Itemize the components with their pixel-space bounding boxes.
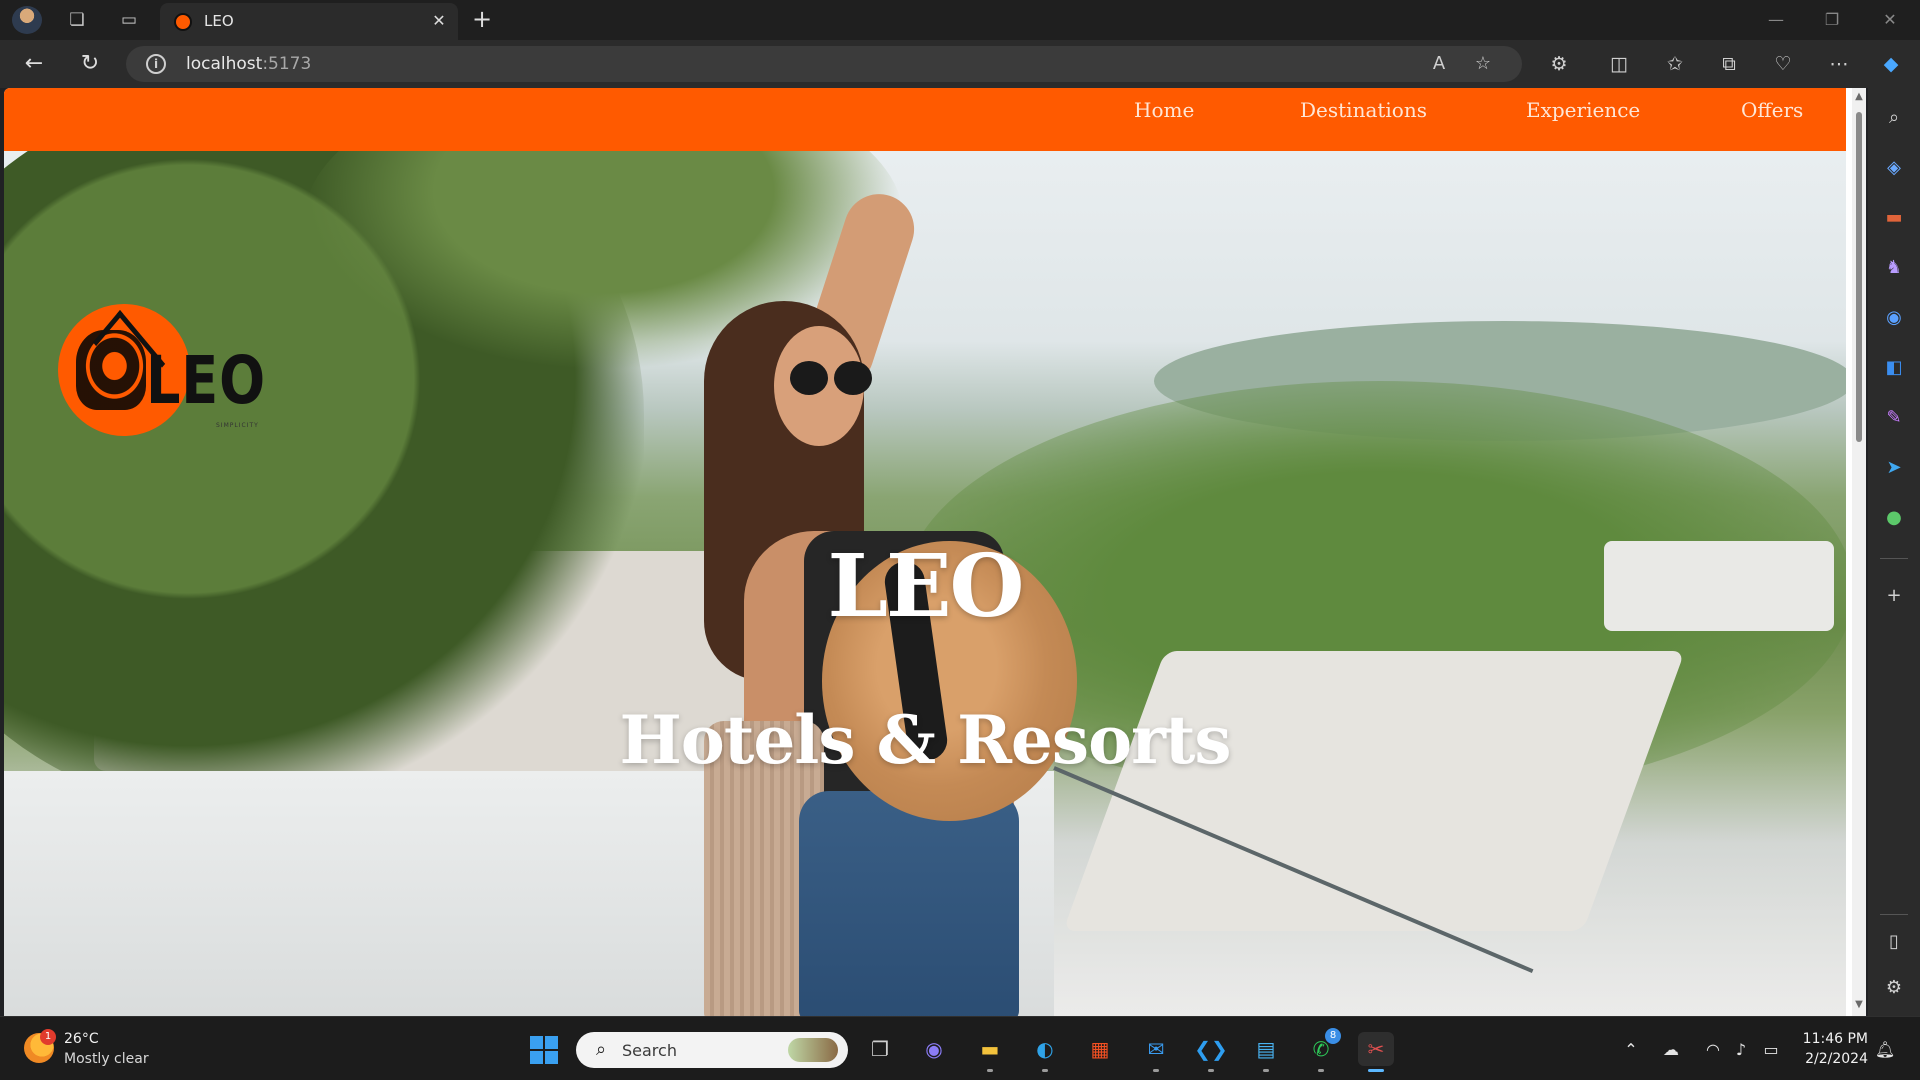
tab-bar: ❏ ▭ LEO ✕ + — ❐ ✕ <box>0 0 1920 40</box>
sidebar-divider <box>1880 914 1908 915</box>
read-aloud-icon[interactable]: A <box>1426 52 1452 76</box>
add-icon[interactable]: + <box>1879 582 1909 610</box>
games-icon[interactable]: ♞ <box>1879 254 1909 282</box>
designer-icon[interactable]: ✎ <box>1879 404 1909 432</box>
search-placeholder: Search <box>622 1041 677 1060</box>
hero-roof-right <box>1063 651 1685 931</box>
settings-icon[interactable]: ⚙ <box>1879 974 1909 1002</box>
logo-tagline: SIMPLICITY <box>216 422 259 429</box>
volume-icon[interactable]: ♪ <box>1730 1039 1752 1061</box>
collections-icon[interactable]: ⧉ <box>1714 50 1744 78</box>
url-port: :5173 <box>262 54 312 74</box>
url-text[interactable]: localhost:5173 <box>186 54 311 74</box>
file-explorer-icon[interactable]: ▬ <box>972 1032 1008 1072</box>
onedrive-icon[interactable]: ☁ <box>1660 1039 1682 1061</box>
nav-destinations-link[interactable]: Destinations <box>1300 98 1427 122</box>
wifi-icon[interactable]: ◠ <box>1702 1039 1724 1061</box>
notepad-icon[interactable]: ▤ <box>1248 1032 1284 1072</box>
site-logo[interactable]: LEO SIMPLICITY <box>58 304 318 439</box>
nav-offers-link[interactable]: Offers <box>1741 98 1803 122</box>
start-icon[interactable] <box>530 1036 558 1064</box>
mail-icon[interactable]: ✉ <box>1138 1032 1174 1072</box>
restore-button[interactable]: ❐ <box>1804 4 1860 36</box>
chevron-up-icon[interactable]: ⌃ <box>1620 1039 1642 1061</box>
weather-badge: 1 <box>40 1029 56 1045</box>
more-icon[interactable]: ⋯ <box>1824 50 1854 78</box>
scroll-thumb[interactable] <box>1856 112 1862 442</box>
url-host: localhost <box>186 54 263 74</box>
workspaces-icon[interactable]: ❏ <box>64 8 90 32</box>
logo-text: LEO <box>146 342 266 419</box>
hero-sunglasses <box>790 361 872 395</box>
tab-close-icon[interactable]: ✕ <box>428 10 450 32</box>
nav-home-link[interactable]: Home <box>1134 98 1194 122</box>
search-icon[interactable]: ⌕ <box>1879 104 1909 132</box>
whatsapp-badge: 8 <box>1325 1028 1341 1044</box>
notification-bell-icon[interactable]: 🔔︎ <box>1874 1039 1896 1061</box>
tab-title: LEO <box>204 12 234 30</box>
tab-actions-icon[interactable]: ▭ <box>116 8 142 32</box>
sidebar-divider <box>1880 558 1908 559</box>
hero-title: LEO <box>827 536 1025 637</box>
scroll-up-icon[interactable]: ▲ <box>1854 92 1864 102</box>
profile-avatar-icon[interactable] <box>12 6 42 34</box>
star-icon[interactable]: ☆ <box>1470 52 1496 76</box>
weather-desc[interactable]: Mostly clear <box>64 1051 149 1067</box>
site-navbar: Home Destinations Experience Offers <box>4 88 1846 151</box>
edge-sidebar: ⌕ ◈ ▬ ♞ ◉ ◧ ✎ ➤ ● + ▯ ⚙ <box>1868 88 1920 1016</box>
close-window-button[interactable]: ✕ <box>1862 4 1918 36</box>
taskbar-search[interactable]: ⌕ Search <box>576 1032 848 1068</box>
hero-denim-skirt <box>799 791 1019 1016</box>
nav-experience-link[interactable]: Experience <box>1526 98 1640 122</box>
page-viewport: Home Destinations Experience Offers LEO <box>4 88 1866 1016</box>
address-bar: ← ↻ i localhost:5173 A ☆ ⚙ ◫ ✩ ⧉ ♡ ⋯ ◆ <box>0 40 1920 88</box>
tools-icon[interactable]: ▬ <box>1879 204 1909 232</box>
edge-icon[interactable]: ◐ <box>1027 1032 1063 1072</box>
back-arrow-icon[interactable]: ← <box>18 49 50 79</box>
teams-chat-icon[interactable]: ◉ <box>916 1032 952 1066</box>
store-icon[interactable]: ▦ <box>1082 1032 1118 1066</box>
shopping-tag-icon[interactable]: ◈ <box>1879 154 1909 182</box>
favorites-icon[interactable]: ✩ <box>1660 50 1690 78</box>
search-highlight-image <box>788 1038 838 1062</box>
battery-icon[interactable]: ▭ <box>1760 1039 1782 1061</box>
copilot-icon[interactable]: ◆ <box>1876 50 1906 78</box>
sidebar-panel-icon[interactable]: ▯ <box>1879 928 1909 956</box>
refresh-icon[interactable]: ↻ <box>74 49 106 79</box>
new-tab-button[interactable]: + <box>468 6 496 34</box>
whatsapp-icon[interactable]: ✆ 8 <box>1303 1028 1341 1072</box>
hero-section: LEO SIMPLICITY LEO Hotels & Resorts <box>4 151 1846 1016</box>
task-view-icon[interactable]: ❐ <box>862 1032 898 1066</box>
hero-subtitle: Hotels & Resorts <box>619 701 1231 779</box>
taskbar: 1 26°C Mostly clear ⌕ Search ❐ ◉ ▬ ◐ ▦ ✉… <box>0 1016 1920 1080</box>
favicon-icon <box>174 13 192 31</box>
heart-pulse-icon[interactable]: ♡ <box>1768 50 1798 78</box>
extensions-icon[interactable]: ⚙ <box>1544 50 1574 78</box>
info-icon[interactable]: i <box>146 54 166 74</box>
page-scrollbar[interactable]: ▲ ▼ <box>1852 88 1866 1016</box>
url-field[interactable]: i localhost:5173 A ☆ <box>126 46 1522 82</box>
search-icon: ⌕ <box>595 1039 607 1060</box>
scroll-down-icon[interactable]: ▼ <box>1854 1000 1864 1010</box>
clock-time[interactable]: 11:46 PM <box>1800 1031 1868 1047</box>
send-icon[interactable]: ➤ <box>1879 454 1909 482</box>
snipping-tool-icon[interactable]: ✂ <box>1358 1032 1394 1072</box>
minimize-button[interactable]: — <box>1748 4 1804 36</box>
tab-leo[interactable]: LEO ✕ <box>160 3 458 40</box>
split-screen-icon[interactable]: ◫ <box>1604 50 1634 78</box>
vscode-icon[interactable]: ❮❯ <box>1193 1032 1229 1072</box>
weather-temp[interactable]: 26°C <box>64 1031 99 1047</box>
outlook-icon[interactable]: ◧ <box>1879 354 1909 382</box>
copilot-app-icon[interactable]: ◉ <box>1879 304 1909 332</box>
drop-icon[interactable]: ● <box>1879 504 1909 532</box>
clock-date[interactable]: 2/2/2024 <box>1800 1051 1868 1067</box>
